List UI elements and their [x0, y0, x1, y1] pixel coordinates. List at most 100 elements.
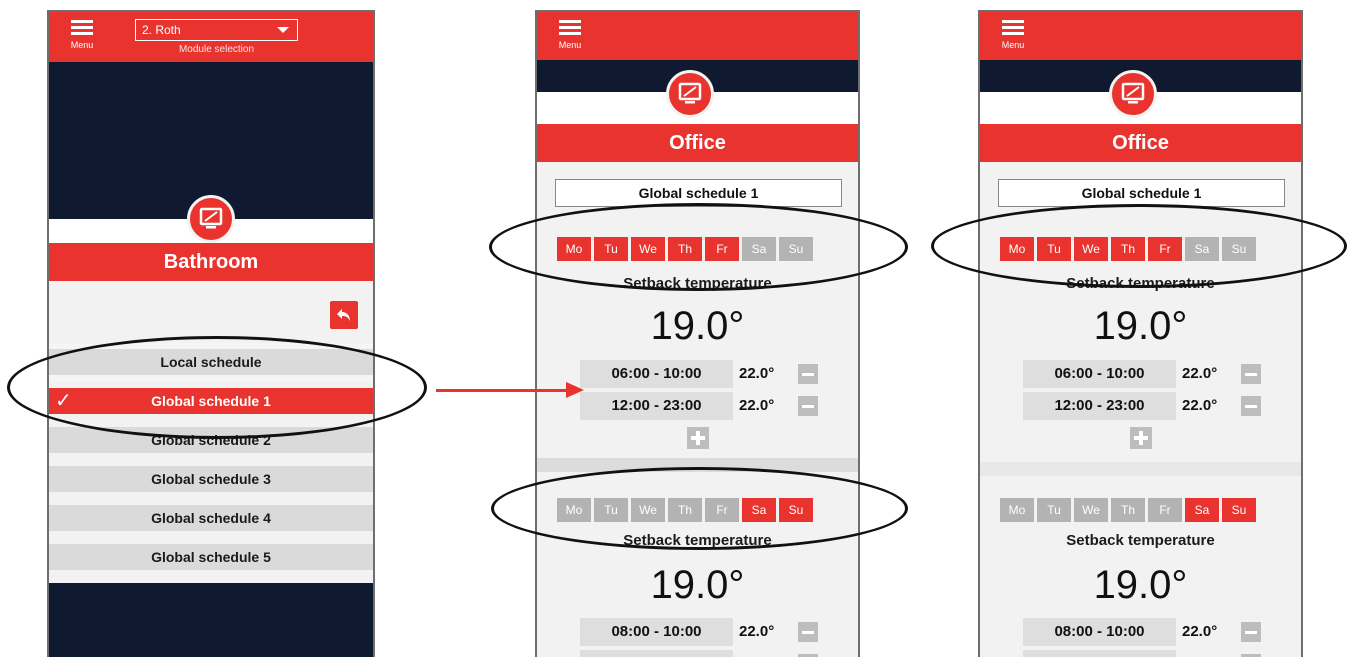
period-temperature[interactable]: 22.0°	[739, 618, 789, 646]
schedule-option[interactable]: Local schedule	[49, 349, 373, 375]
annotation-arrow	[436, 389, 568, 392]
day-toggle-mo[interactable]: Mo	[1000, 237, 1034, 261]
day-toggle-tu[interactable]: Tu	[1037, 237, 1071, 261]
period-temperature[interactable]: 22.0°	[1182, 650, 1232, 657]
day-toggle-tu[interactable]: Tu	[594, 237, 628, 261]
schedule-option[interactable]: Global schedule 2	[49, 427, 373, 453]
day-toggle-th[interactable]: Th	[668, 498, 702, 522]
schedule-option-selected[interactable]: ✓ Global schedule 1	[49, 388, 373, 414]
annotation-arrow-head	[566, 382, 584, 398]
period-temperature[interactable]: 22.0°	[739, 392, 789, 420]
schedule-option-label: Global schedule 3	[151, 471, 271, 487]
day-toggle-sa[interactable]: Sa	[742, 498, 776, 522]
setback-temperature-value[interactable]: 19.0°	[980, 563, 1301, 608]
remove-period-button[interactable]	[1241, 396, 1261, 416]
day-selector: Mo Tu We Th Fr Sa Su	[1000, 498, 1256, 522]
schedule-selector[interactable]: Global schedule 1	[998, 179, 1285, 207]
dropdown-caret-icon	[277, 27, 289, 33]
day-toggle-fr[interactable]: Fr	[1148, 237, 1182, 261]
menu-button[interactable]: Menu	[553, 20, 587, 58]
time-period[interactable]: 12:00 - 23:00	[1023, 392, 1176, 420]
day-toggle-fr[interactable]: Fr	[1148, 498, 1182, 522]
day-toggle-we[interactable]: We	[1074, 498, 1108, 522]
schedule-option[interactable]: Global schedule 4	[49, 505, 373, 531]
day-toggle-th[interactable]: Th	[1111, 498, 1145, 522]
period-temperature[interactable]: 22.0°	[739, 650, 789, 657]
setback-temperature-value[interactable]: 19.0°	[537, 563, 858, 608]
period-temperature[interactable]: 22.0°	[739, 360, 789, 388]
screen-global-schedule-editor-result: Menu Office Global schedule 1 Mo Tu We Th Fr…	[978, 10, 1303, 657]
day-toggle-we[interactable]: We	[631, 237, 665, 261]
day-toggle-fr[interactable]: Fr	[705, 498, 739, 522]
monitor-icon	[187, 195, 235, 243]
remove-period-button[interactable]	[1241, 364, 1261, 384]
schedule-option-label: Local schedule	[160, 354, 262, 370]
add-period-button[interactable]	[687, 427, 709, 449]
setback-temperature-value[interactable]: 19.0°	[537, 304, 858, 349]
schedule-option[interactable]: Global schedule 3	[49, 466, 373, 492]
day-toggle-mo[interactable]: Mo	[557, 498, 591, 522]
top-bar: Menu	[537, 12, 858, 60]
remove-period-button[interactable]	[798, 364, 818, 384]
screen-global-schedule-editor: Menu Office Global schedule 1 Mo Tu We Th Fr…	[535, 10, 860, 657]
setback-temperature-label: Setback temperature	[1066, 275, 1215, 292]
monitor-icon	[666, 70, 714, 118]
day-toggle-su[interactable]: Su	[779, 237, 813, 261]
back-button[interactable]	[330, 301, 358, 329]
minus-icon	[802, 372, 814, 376]
time-period[interactable]: 08:00 - 10:00	[580, 618, 733, 646]
back-arrow-icon	[337, 309, 350, 321]
time-period[interactable]: 12:00 - 23:00	[580, 650, 733, 657]
day-toggle-sa[interactable]: Sa	[742, 237, 776, 261]
schedule-option-label: Global schedule 1	[151, 393, 271, 409]
day-toggle-mo[interactable]: Mo	[557, 237, 591, 261]
module-select-value: 2. Roth	[142, 23, 181, 37]
day-toggle-tu[interactable]: Tu	[1037, 498, 1071, 522]
setback-temperature-label: Setback temperature	[623, 275, 772, 292]
hamburger-icon	[71, 20, 93, 36]
remove-period-button[interactable]	[1241, 622, 1261, 642]
setback-temperature-value[interactable]: 19.0°	[980, 304, 1301, 349]
period-temperature[interactable]: 22.0°	[1182, 618, 1232, 646]
module-select[interactable]: 2. Roth	[135, 19, 298, 41]
time-period[interactable]: 12:00 - 23:00	[580, 392, 733, 420]
day-toggle-su[interactable]: Su	[779, 498, 813, 522]
schedule-selector[interactable]: Global schedule 1	[555, 179, 842, 207]
time-period[interactable]: 12:00 - 23:00	[1023, 650, 1176, 657]
menu-label: Menu	[70, 40, 94, 50]
footer-background	[49, 583, 373, 657]
period-temperature[interactable]: 22.0°	[1182, 392, 1232, 420]
plus-icon	[696, 431, 700, 445]
menu-button[interactable]: Menu	[65, 20, 99, 58]
remove-period-button[interactable]	[798, 396, 818, 416]
minus-icon	[802, 404, 814, 408]
remove-period-button[interactable]	[798, 622, 818, 642]
day-toggle-sa[interactable]: Sa	[1185, 498, 1219, 522]
day-toggle-we[interactable]: We	[631, 498, 665, 522]
day-toggle-su[interactable]: Su	[1222, 237, 1256, 261]
day-toggle-th[interactable]: Th	[1111, 237, 1145, 261]
time-period[interactable]: 08:00 - 10:00	[1023, 618, 1176, 646]
block-divider	[537, 458, 858, 472]
add-period-button[interactable]	[1130, 427, 1152, 449]
day-toggle-sa[interactable]: Sa	[1185, 237, 1219, 261]
minus-icon	[802, 630, 814, 634]
schedule-option[interactable]: Global schedule 5	[49, 544, 373, 570]
room-name: Office	[537, 124, 858, 162]
room-name: Office	[980, 124, 1301, 162]
day-toggle-mo[interactable]: Mo	[1000, 498, 1034, 522]
day-toggle-fr[interactable]: Fr	[705, 237, 739, 261]
room-name: Bathroom	[49, 243, 373, 281]
day-toggle-th[interactable]: Th	[668, 237, 702, 261]
day-toggle-tu[interactable]: Tu	[594, 498, 628, 522]
day-toggle-su[interactable]: Su	[1222, 498, 1256, 522]
hamburger-icon	[1002, 20, 1024, 36]
time-period[interactable]: 06:00 - 10:00	[1023, 360, 1176, 388]
menu-button[interactable]: Menu	[996, 20, 1030, 58]
period-temperature[interactable]: 22.0°	[1182, 360, 1232, 388]
time-period[interactable]: 06:00 - 10:00	[580, 360, 733, 388]
menu-label: Menu	[558, 40, 582, 50]
day-toggle-we[interactable]: We	[1074, 237, 1108, 261]
minus-icon	[1245, 404, 1257, 408]
setback-temperature-label: Setback temperature	[1066, 532, 1215, 549]
